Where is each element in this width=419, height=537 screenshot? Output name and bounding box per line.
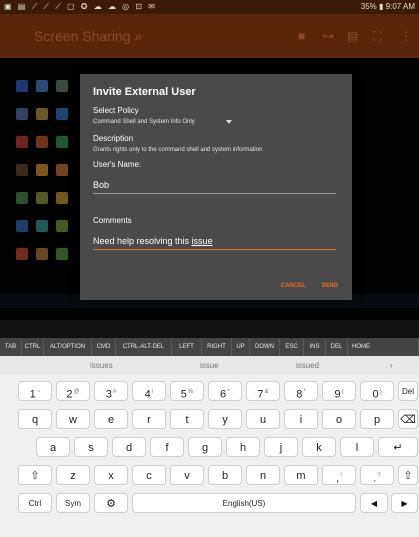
square-icon[interactable]: ■: [298, 29, 305, 43]
key-p[interactable]: p: [360, 409, 394, 429]
key-5[interactable]: 5%: [170, 381, 204, 401]
key-e[interactable]: e: [94, 409, 128, 429]
key-k[interactable]: k: [302, 437, 336, 457]
home-key[interactable]: HOME: [348, 338, 419, 356]
comments-value: Need help resolving this: [93, 236, 192, 246]
key-7[interactable]: 7&: [246, 381, 280, 401]
special-keys-bar: TAB CTRL ALT/OPTION CMD CTRL-ALT-DEL LEF…: [0, 338, 419, 356]
battery-icon: ▮: [379, 2, 384, 11]
chevron-down-icon[interactable]: [226, 120, 232, 124]
suggestion-bar: issues issue issued ›: [0, 356, 419, 375]
arrow-right-icon[interactable]: ▶: [391, 493, 418, 513]
key-9[interactable]: 9(: [322, 381, 356, 401]
suggestion-next[interactable]: ›: [390, 361, 393, 370]
name-field[interactable]: Bob: [93, 178, 336, 194]
key-8[interactable]: 8*: [284, 381, 318, 401]
onscreen-keyboard: 1~ 2@ 3# 4/ 5% 6^ 7& 8* 9( 0) Del q w e …: [0, 375, 419, 537]
key-z[interactable]: z: [56, 465, 90, 485]
key-o[interactable]: o: [322, 409, 356, 429]
key-c[interactable]: c: [132, 465, 166, 485]
suggestion-item[interactable]: issue: [200, 361, 219, 370]
key-j[interactable]: j: [264, 437, 298, 457]
cmd-key[interactable]: CMD: [92, 338, 116, 356]
key-t[interactable]: t: [170, 409, 204, 429]
ctrl-button[interactable]: Ctrl: [18, 493, 52, 513]
dialog-actions: CANCEL SEND: [267, 283, 338, 289]
key-r[interactable]: r: [132, 409, 166, 429]
name-label: User's Name:: [93, 160, 142, 169]
key-w[interactable]: w: [56, 409, 90, 429]
settings-icon[interactable]: ⚙: [94, 493, 128, 513]
key-q[interactable]: q: [18, 409, 52, 429]
key-n[interactable]: n: [246, 465, 280, 485]
key-i[interactable]: i: [284, 409, 318, 429]
key-b[interactable]: b: [208, 465, 242, 485]
notification-icons: ▣ ▤ ⟋ ⟋ ⟋ ▢ ✪ ☁ ☁ ◎ ⊡ ✉: [4, 2, 158, 11]
key-y[interactable]: y: [208, 409, 242, 429]
status-bar: ▣ ▤ ⟋ ⟋ ⟋ ▢ ✪ ☁ ☁ ◎ ⊡ ✉ 35% ▮ 9:07 AM: [0, 0, 419, 14]
key-s[interactable]: s: [74, 437, 108, 457]
key-u[interactable]: u: [246, 409, 280, 429]
space-bar[interactable]: English(US): [132, 493, 356, 513]
key-l[interactable]: l: [340, 437, 374, 457]
invite-user-dialog: Invite External User Select Policy Comma…: [80, 74, 352, 300]
key-h[interactable]: h: [226, 437, 260, 457]
comments-field[interactable]: Need help resolving this issue: [93, 234, 336, 250]
tab-key[interactable]: TAB: [0, 338, 22, 356]
key-4[interactable]: 4/: [132, 381, 166, 401]
key-period[interactable]: .?: [360, 465, 394, 485]
left-key[interactable]: LEFT: [172, 338, 202, 356]
down-key[interactable]: DOWN: [250, 338, 280, 356]
key-g[interactable]: g: [188, 437, 222, 457]
keyboard-icon[interactable]: ▤: [347, 29, 358, 43]
backspace-icon[interactable]: ⌫: [398, 409, 418, 429]
key-0[interactable]: 0): [360, 381, 394, 401]
key-6[interactable]: 6^: [208, 381, 242, 401]
policy-select[interactable]: Command Shell and System Info Only: [93, 119, 195, 125]
ctrl-key[interactable]: CTRL: [22, 338, 44, 356]
ctrl-alt-del-key[interactable]: CTRL-ALT-DEL: [116, 338, 172, 356]
shift-icon[interactable]: ⇧: [398, 465, 418, 485]
key-1[interactable]: 1~: [18, 381, 52, 401]
arrow-left-icon[interactable]: ◀: [360, 493, 388, 513]
clock: 9:07 AM: [385, 2, 415, 11]
app-bar: Screen Sharing » ■ ⊶ ▤ ⛶ ⋮: [0, 14, 419, 58]
app-title[interactable]: Screen Sharing »: [34, 28, 142, 44]
shift-icon[interactable]: ⇧: [18, 465, 52, 485]
battery-level: 35%: [360, 2, 377, 11]
sym-button[interactable]: Sym: [56, 493, 90, 513]
right-key[interactable]: RIGHT: [202, 338, 232, 356]
description-label: Description: [93, 134, 134, 143]
comments-label: Comments: [93, 216, 132, 225]
up-key[interactable]: UP: [232, 338, 250, 356]
send-button[interactable]: SEND: [321, 283, 338, 289]
fullscreen-icon[interactable]: ⛶: [373, 29, 381, 44]
enter-icon[interactable]: ↵: [378, 437, 418, 457]
status-right: 35% ▮ 9:07 AM: [361, 2, 415, 11]
cancel-button[interactable]: CANCEL: [281, 283, 306, 289]
esc-key[interactable]: ESC: [280, 338, 304, 356]
key-x[interactable]: x: [94, 465, 128, 485]
suggestion-item[interactable]: issues: [90, 361, 113, 370]
alt-option-key[interactable]: ALT/OPTION: [44, 338, 92, 356]
suggestion-item[interactable]: issued: [296, 361, 319, 370]
description-text: Grants rights only to the command shell …: [93, 147, 263, 153]
policy-label: Select Policy: [93, 106, 139, 115]
key-f[interactable]: f: [150, 437, 184, 457]
key-v[interactable]: v: [170, 465, 204, 485]
key-3[interactable]: 3#: [94, 381, 128, 401]
key-2[interactable]: 2@: [56, 381, 90, 401]
key-m[interactable]: m: [284, 465, 318, 485]
comments-composing-word: issue: [191, 236, 213, 246]
delete-key[interactable]: Del: [398, 381, 418, 401]
key-a[interactable]: a: [36, 437, 70, 457]
key-d[interactable]: d: [112, 437, 146, 457]
del-key[interactable]: DEL: [326, 338, 348, 356]
key-icon[interactable]: ⊶: [322, 29, 334, 43]
key-comma[interactable]: ,!: [322, 465, 356, 485]
name-value: Bob: [93, 180, 110, 190]
dialog-title: Invite External User: [93, 86, 196, 98]
ins-key[interactable]: INS: [304, 338, 326, 356]
more-icon[interactable]: ⋮: [400, 29, 412, 43]
